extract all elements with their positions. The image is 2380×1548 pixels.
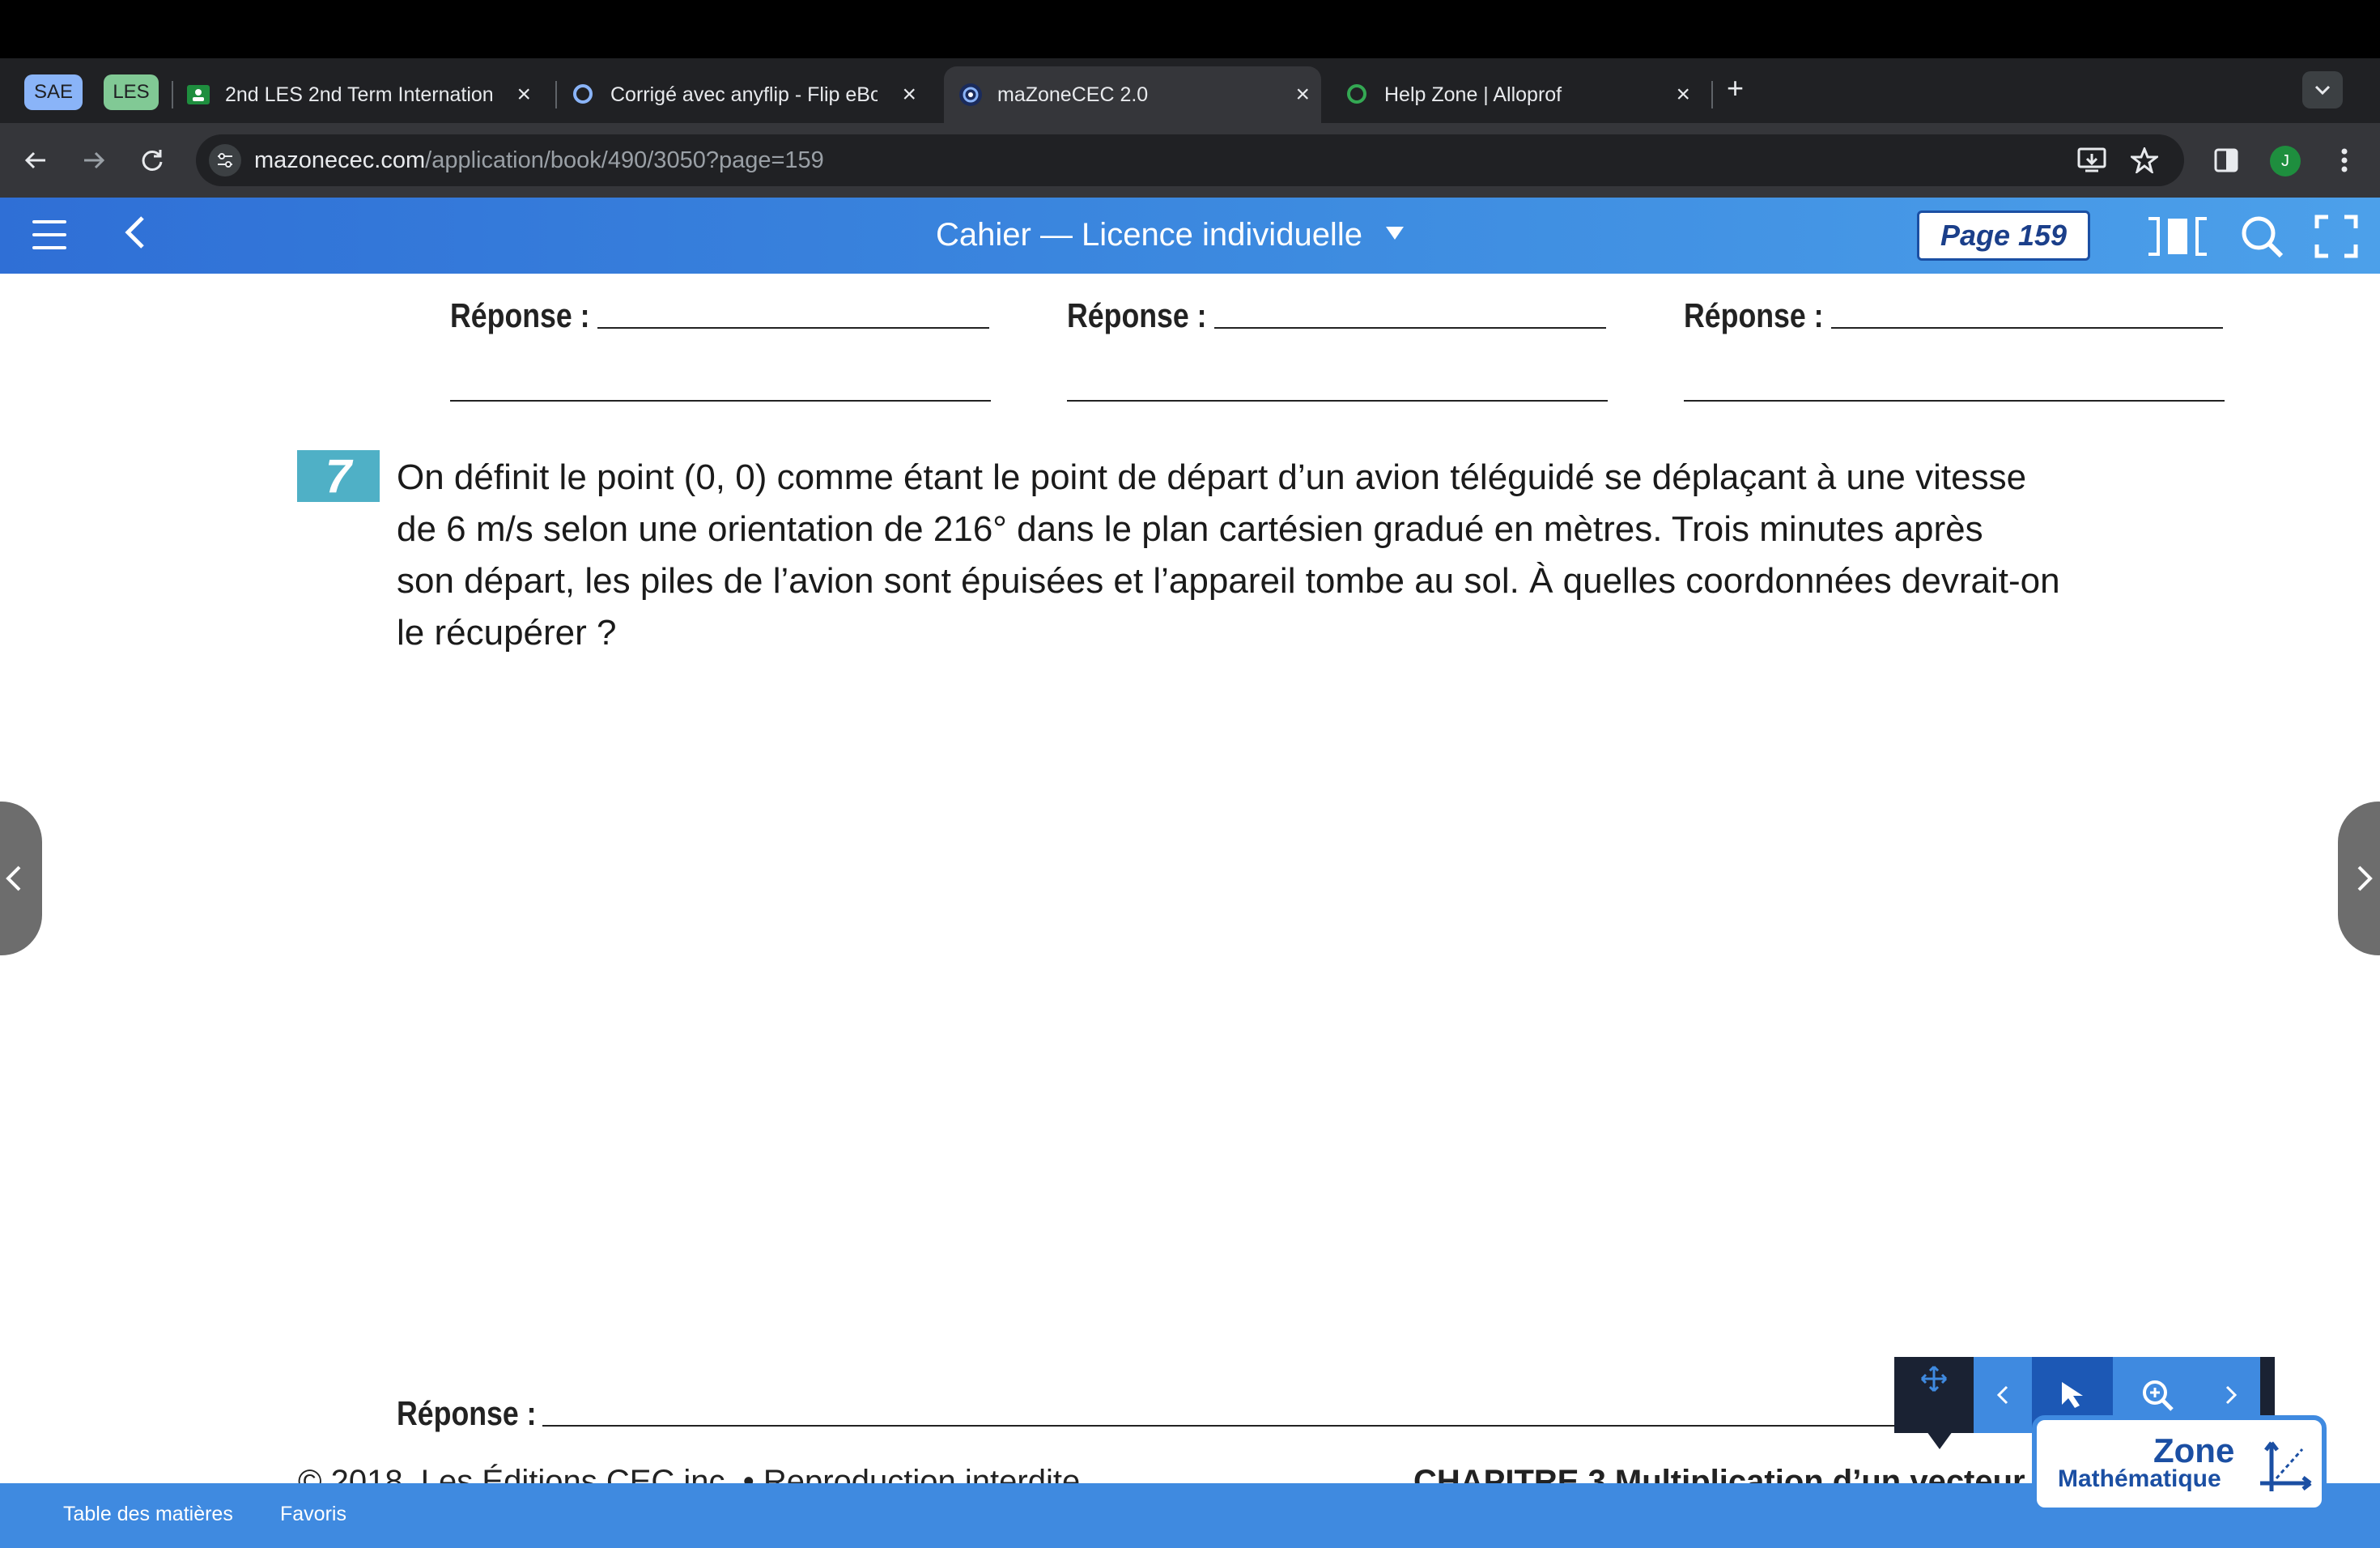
question-number-badge: 7 [297,450,380,503]
forward-button[interactable] [74,141,113,180]
bookmark-star-icon[interactable] [2128,145,2161,180]
side-panel-button[interactable] [2207,141,2246,180]
toolbar-prev-button[interactable] [1974,1357,2032,1433]
tab-mazonecec[interactable]: maZoneCEC 2.0 × [944,66,1321,123]
reload-button[interactable] [133,141,172,180]
tab-group-les[interactable]: LES [104,74,159,110]
zone-mathematique-button[interactable]: Zone Mathématique [2032,1415,2327,1512]
back-button[interactable] [16,141,55,180]
tab-classroom[interactable]: 2nd LES 2nd Term Internation × [186,66,542,123]
answer-line [1067,400,1608,402]
arrow-right-icon [84,151,105,169]
app-header: Cahier — Licence individuelle Page 159 [0,198,2380,274]
profile-avatar[interactable]: J [2270,146,2301,176]
next-page-button[interactable] [2338,802,2380,955]
top-black-bar [0,0,2380,58]
url-text[interactable]: mazonecec.com/application/book/490/3050?… [254,147,824,174]
answer-line [1831,327,2223,329]
classroom-icon [186,83,210,107]
address-row: mazonecec.com/application/book/490/3050?… [0,123,2380,198]
tab-alloprof[interactable]: Help Zone | Alloprof × [1345,66,1702,123]
reload-icon [142,150,163,171]
page-number-field[interactable]: Page 159 [1917,211,2090,261]
zone-sublabel: Mathématique [2058,1465,2221,1492]
response-label: Réponse : [397,1394,537,1432]
tab-title: 2nd LES 2nd Term Internation [225,83,492,106]
tab-title: Help Zone | Alloprof [1384,83,1562,106]
tab-title: Corrigé avec anyflip - Flip eBo [610,83,878,106]
answer-line [542,1425,1919,1427]
address-bar[interactable]: mazonecec.com/application/book/490/3050?… [196,134,2184,186]
tab-search-button[interactable] [2302,71,2343,108]
back-chevron-icon[interactable] [121,212,147,262]
question-line: On définit le point (0, 0) comme étant l… [397,457,2027,497]
answer-line [1684,400,2225,402]
question-text: On définit le point (0, 0) comme étant l… [397,452,2161,659]
arrow-left-icon [24,151,45,169]
tab-anyflip[interactable]: Corrigé avec anyflip - Flip eBo × [572,66,928,123]
browser-menu-button[interactable] [2325,141,2364,180]
double-page-view-icon[interactable] [2145,214,2207,259]
search-icon [572,83,596,107]
side-panel-icon [2214,148,2238,172]
tab-separator [172,81,173,108]
response-label: Réponse : [1684,296,1824,334]
url-path: /application/book/490/3050?page=159 [425,147,824,173]
chevron-left-icon [6,865,21,891]
question-line: son départ, les piles de l’avion sont ép… [397,561,2060,601]
axes-graph-icon [2260,1441,2312,1491]
search-icon [1345,83,1370,107]
close-tab-icon[interactable]: × [1676,81,1690,108]
close-tab-icon[interactable]: × [1295,81,1310,108]
previous-page-button[interactable] [0,802,42,955]
chevron-right-icon [2357,865,2373,891]
toolbar-pointer [1927,1431,1953,1449]
copyright-footer: © 2018, Les Éditions CEC inc. • Reproduc… [298,1464,1081,1483]
zone-label: Zone [2153,1431,2235,1469]
favorites-link[interactable]: Favoris [280,1503,346,1526]
mazonecec-icon [958,83,983,107]
close-tab-icon[interactable]: × [902,81,916,108]
tab-separator [1711,81,1713,108]
new-tab-button[interactable]: + [1727,71,1744,105]
url-host: mazonecec.com [254,147,426,173]
move-handle-icon[interactable] [1894,1357,1974,1433]
fullscreen-icon[interactable] [2314,214,2359,259]
menu-hamburger-icon[interactable] [32,220,66,249]
site-settings-icon[interactable] [209,144,241,176]
tab-strip: SAE LES 2nd LES 2nd Term Internation × C… [0,58,2380,123]
chevron-right-icon [2225,1385,2238,1405]
tab-title: maZoneCEC 2.0 [997,83,1149,106]
book-dropdown-icon[interactable] [1386,227,1404,240]
question-line: de 6 m/s selon une orientation de 216° d… [397,509,1983,549]
question-line: le récupérer ? [397,613,617,653]
tab-separator [555,81,557,108]
chevron-down-icon [2314,85,2331,96]
book-title[interactable]: Cahier — Licence individuelle [936,217,1362,253]
zoom-in-icon [2143,1380,2174,1411]
answer-line [597,327,989,329]
response-label: Réponse : [450,296,590,334]
answer-line [450,400,991,402]
table-of-contents-link[interactable]: Table des matières [63,1503,233,1526]
tab-group-sae[interactable]: SAE [24,74,83,110]
chevron-left-icon [1996,1385,2008,1405]
bottom-bar: Table des matières Favoris [0,1483,2380,1548]
install-app-icon[interactable] [2077,147,2106,180]
response-label: Réponse : [1067,296,1207,334]
pointer-arrow-icon [2062,1382,2083,1408]
close-tab-icon[interactable]: × [516,81,531,108]
answer-line [1214,327,1606,329]
search-icon[interactable] [2239,214,2284,259]
more-vert-icon [2341,148,2348,172]
